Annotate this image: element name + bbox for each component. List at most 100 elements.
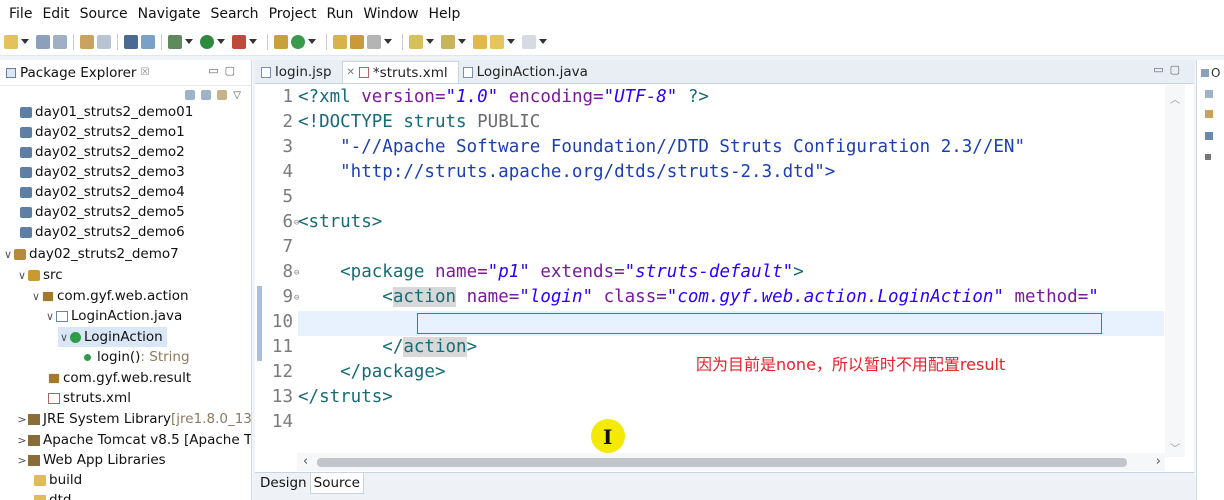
tree-item-selected[interactable]: ∨ LoginAction [58, 327, 167, 347]
menu-project[interactable]: Project [264, 6, 322, 22]
menu-help[interactable]: Help [424, 6, 466, 22]
menu-file[interactable]: File [4, 6, 37, 22]
tree-twisty[interactable]: > [16, 434, 28, 447]
back-icon[interactable] [490, 34, 504, 49]
tree-item[interactable]: > Apache Tomcat v8.5 [Apache T [16, 430, 252, 450]
library-icon [28, 454, 40, 466]
code-editor[interactable]: 1 2 3 4 5 6 7 8 9 10 11 12 13 14 ⊖ ⊖ ⊖ <… [255, 85, 1194, 457]
tree-item[interactable]: day02_struts2_demo6 [8, 222, 185, 242]
close-view-icon[interactable]: ☒ [140, 67, 149, 78]
save-icon[interactable] [36, 34, 50, 49]
new-icon[interactable] [4, 34, 18, 49]
text-cursor-icon: I [603, 425, 613, 449]
tree-item[interactable]: dtd [22, 490, 71, 500]
tree-item[interactable]: ∨ LoginAction.java [44, 306, 182, 326]
link-with-editor-icon[interactable] [201, 90, 212, 100]
previous-annotation-dropdown-icon[interactable] [458, 39, 466, 44]
menu-edit[interactable]: Edit [37, 6, 74, 22]
scrollbar-thumb[interactable] [317, 458, 1127, 467]
properties-icon[interactable] [97, 34, 111, 49]
code-line: "-//Apache Software Foundation//DTD Stru… [298, 137, 1025, 157]
tree-item[interactable]: login() : String [84, 347, 190, 367]
toggle-breakpoint-icon[interactable] [141, 34, 155, 49]
close-tab-icon[interactable]: ✕ [347, 67, 355, 78]
next-annotation-icon[interactable] [409, 34, 423, 49]
open-type-icon[interactable] [333, 34, 347, 49]
debug-icon[interactable] [168, 34, 182, 49]
tree-item[interactable]: struts.xml [36, 388, 131, 408]
focus-icon[interactable] [217, 90, 228, 100]
save-all-icon[interactable] [53, 34, 67, 49]
tab-design[interactable]: Design [257, 473, 310, 493]
new-dropdown-icon[interactable] [21, 39, 29, 44]
tree-item[interactable]: day02_struts2_demo4 [8, 182, 185, 202]
tree-twisty[interactable]: > [16, 413, 28, 426]
tree-label: LoginAction [84, 329, 163, 345]
tree-twisty[interactable]: ∨ [2, 248, 14, 261]
tree-twisty[interactable]: ∨ [16, 269, 28, 282]
run-dropdown-icon[interactable] [217, 39, 225, 44]
tree-label: Apache Tomcat v8.5 [Apache T [43, 432, 252, 448]
view-menu-icon[interactable]: ▽ [233, 90, 241, 101]
vertical-scrollbar[interactable]: ︿ ﹀ [1165, 85, 1185, 457]
tree-item[interactable]: ∨ day02_struts2_demo7 [2, 244, 179, 264]
new-class-dropdown-icon[interactable] [308, 39, 316, 44]
forward-dropdown-icon[interactable] [539, 39, 547, 44]
scroll-right-icon[interactable]: › [1156, 454, 1161, 469]
tree-item[interactable]: ∨ src [16, 265, 63, 285]
minimize-maximize-icon[interactable]: ▭▢ [1153, 63, 1186, 76]
search-icon[interactable] [367, 34, 381, 49]
external-tools-dropdown-icon[interactable] [249, 39, 257, 44]
tree-item[interactable]: ∨ com.gyf.web.action [30, 286, 189, 306]
tree-item[interactable]: day02_struts2_demo3 [8, 162, 185, 182]
toolbar-separator [161, 33, 162, 50]
code-token: < [298, 287, 393, 307]
eclipse-window: File Edit Source Navigate Search Project… [0, 0, 1224, 500]
menu-navigate[interactable]: Navigate [133, 6, 206, 22]
scroll-up-icon[interactable]: ︿ [1170, 91, 1180, 106]
tree-twisty[interactable]: ∨ [44, 310, 56, 323]
tree-twisty[interactable]: > [16, 454, 28, 467]
tab-source[interactable]: Source [309, 473, 364, 494]
new-class-icon[interactable] [291, 34, 305, 49]
last-edit-location-icon[interactable] [473, 34, 487, 49]
new-java-project-icon[interactable] [274, 34, 288, 49]
tree-item[interactable]: com.gyf.web.result [36, 368, 191, 388]
outline-title[interactable]: O [1201, 66, 1220, 80]
package-explorer-title[interactable]: Package Explorer [20, 65, 136, 81]
search-dropdown-icon[interactable] [384, 39, 392, 44]
debug-dropdown-icon[interactable] [185, 39, 193, 44]
tree-item[interactable]: > Web App Libraries [16, 450, 165, 470]
minimize-maximize-icon[interactable]: ▭▢ [208, 64, 241, 77]
previous-annotation-icon[interactable] [441, 34, 455, 49]
tree-item[interactable]: day01_struts2_demo01 [8, 102, 193, 122]
tab-login-jsp[interactable]: login.jsp [257, 61, 342, 83]
project-icon [20, 166, 32, 178]
tab-struts-xml[interactable]: ✕ *struts.xml [341, 61, 459, 83]
line-number: 14 [271, 412, 293, 432]
scroll-left-icon[interactable]: ‹ [303, 454, 308, 469]
back-dropdown-icon[interactable] [507, 39, 515, 44]
collapse-all-icon[interactable] [185, 90, 196, 100]
tab-loginaction-java[interactable]: LoginAction.java [459, 61, 598, 83]
tree-item[interactable]: day02_struts2_demo2 [8, 142, 185, 162]
external-tools-icon[interactable] [232, 34, 246, 49]
run-icon[interactable] [200, 34, 214, 49]
scroll-down-icon[interactable]: ﹀ [1170, 440, 1180, 455]
open-task-icon[interactable] [350, 34, 364, 49]
horizontal-scrollbar[interactable]: ‹ › [297, 453, 1165, 471]
tree-item[interactable]: day02_struts2_demo5 [8, 202, 185, 222]
next-annotation-dropdown-icon[interactable] [426, 39, 434, 44]
menu-source[interactable]: Source [75, 6, 133, 22]
tree-twisty[interactable]: ∨ [30, 290, 42, 303]
print-icon[interactable] [80, 34, 94, 49]
tree-item[interactable]: day02_struts2_demo1 [8, 122, 185, 142]
forward-icon[interactable] [522, 34, 536, 49]
console-icon[interactable] [124, 34, 138, 49]
menu-search[interactable]: Search [205, 6, 263, 22]
tree-item[interactable]: > JRE System Library [jre1.8.0_13 [16, 409, 251, 429]
menu-run[interactable]: Run [321, 6, 358, 22]
tree-twisty[interactable]: ∨ [58, 331, 70, 344]
tree-item[interactable]: build [22, 470, 82, 490]
menu-window[interactable]: Window [358, 6, 423, 22]
